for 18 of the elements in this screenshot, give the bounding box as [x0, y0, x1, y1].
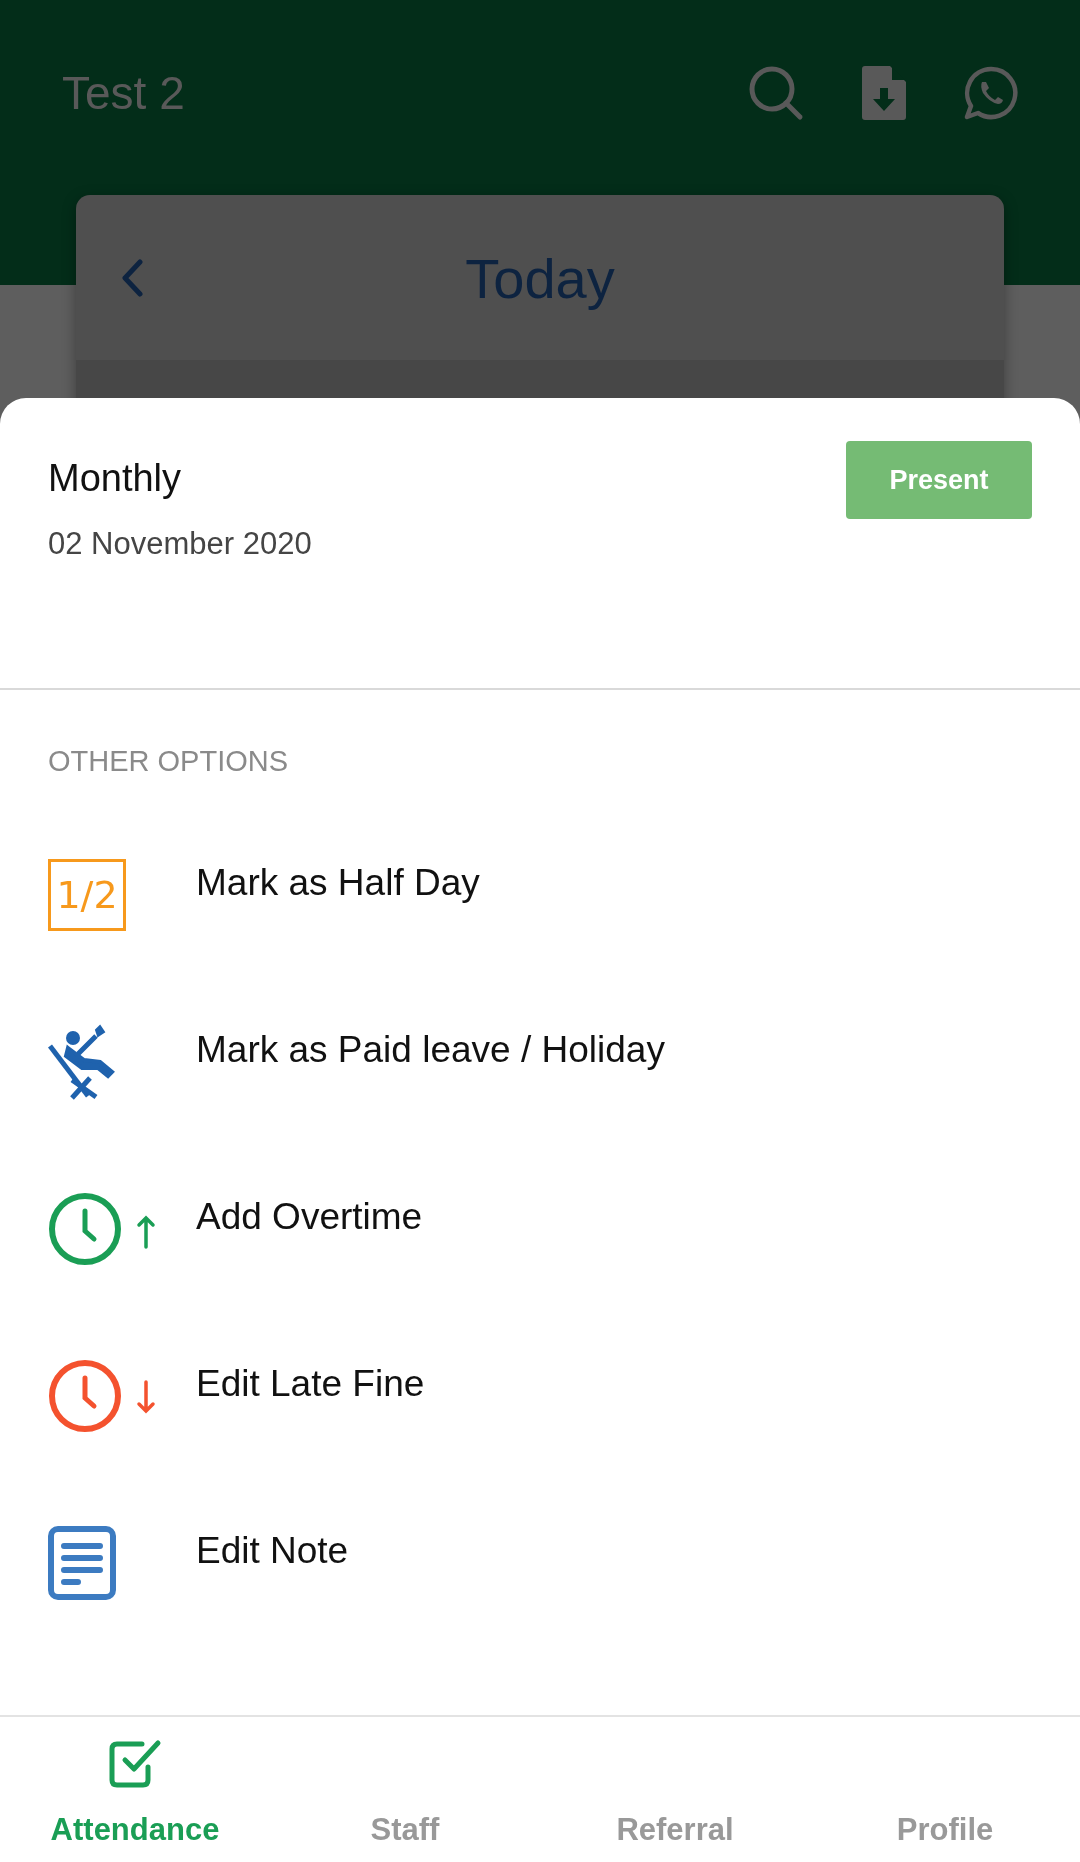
card-title: Today [465, 245, 615, 310]
option-item[interactable]: Add Overtime [196, 1195, 423, 1238]
note-icon [48, 1525, 116, 1600]
plan-label: Monthly [48, 457, 183, 500]
back-icon[interactable] [121, 258, 143, 297]
section-heading: OTHER OPTIONS [48, 745, 290, 778]
search-icon[interactable] [748, 64, 804, 121]
clock-down-arrow-icon [48, 1357, 156, 1434]
option-item[interactable]: Mark as Half Day [196, 861, 480, 904]
option-item[interactable]: Edit Late Fine [196, 1362, 425, 1405]
app-title: Test 2 [62, 65, 186, 120]
option-item[interactable]: Edit Note [196, 1529, 349, 1572]
chat-phone-icon[interactable] [964, 65, 1018, 120]
download-file-icon[interactable] [862, 65, 906, 120]
option-item[interactable]: Mark as Paid leave / Holiday [196, 1028, 665, 1071]
half-day-icon: 1/2 [48, 858, 126, 931]
date-label: 02 November 2020 [48, 526, 312, 562]
clock-up-arrow-icon [48, 1190, 156, 1267]
